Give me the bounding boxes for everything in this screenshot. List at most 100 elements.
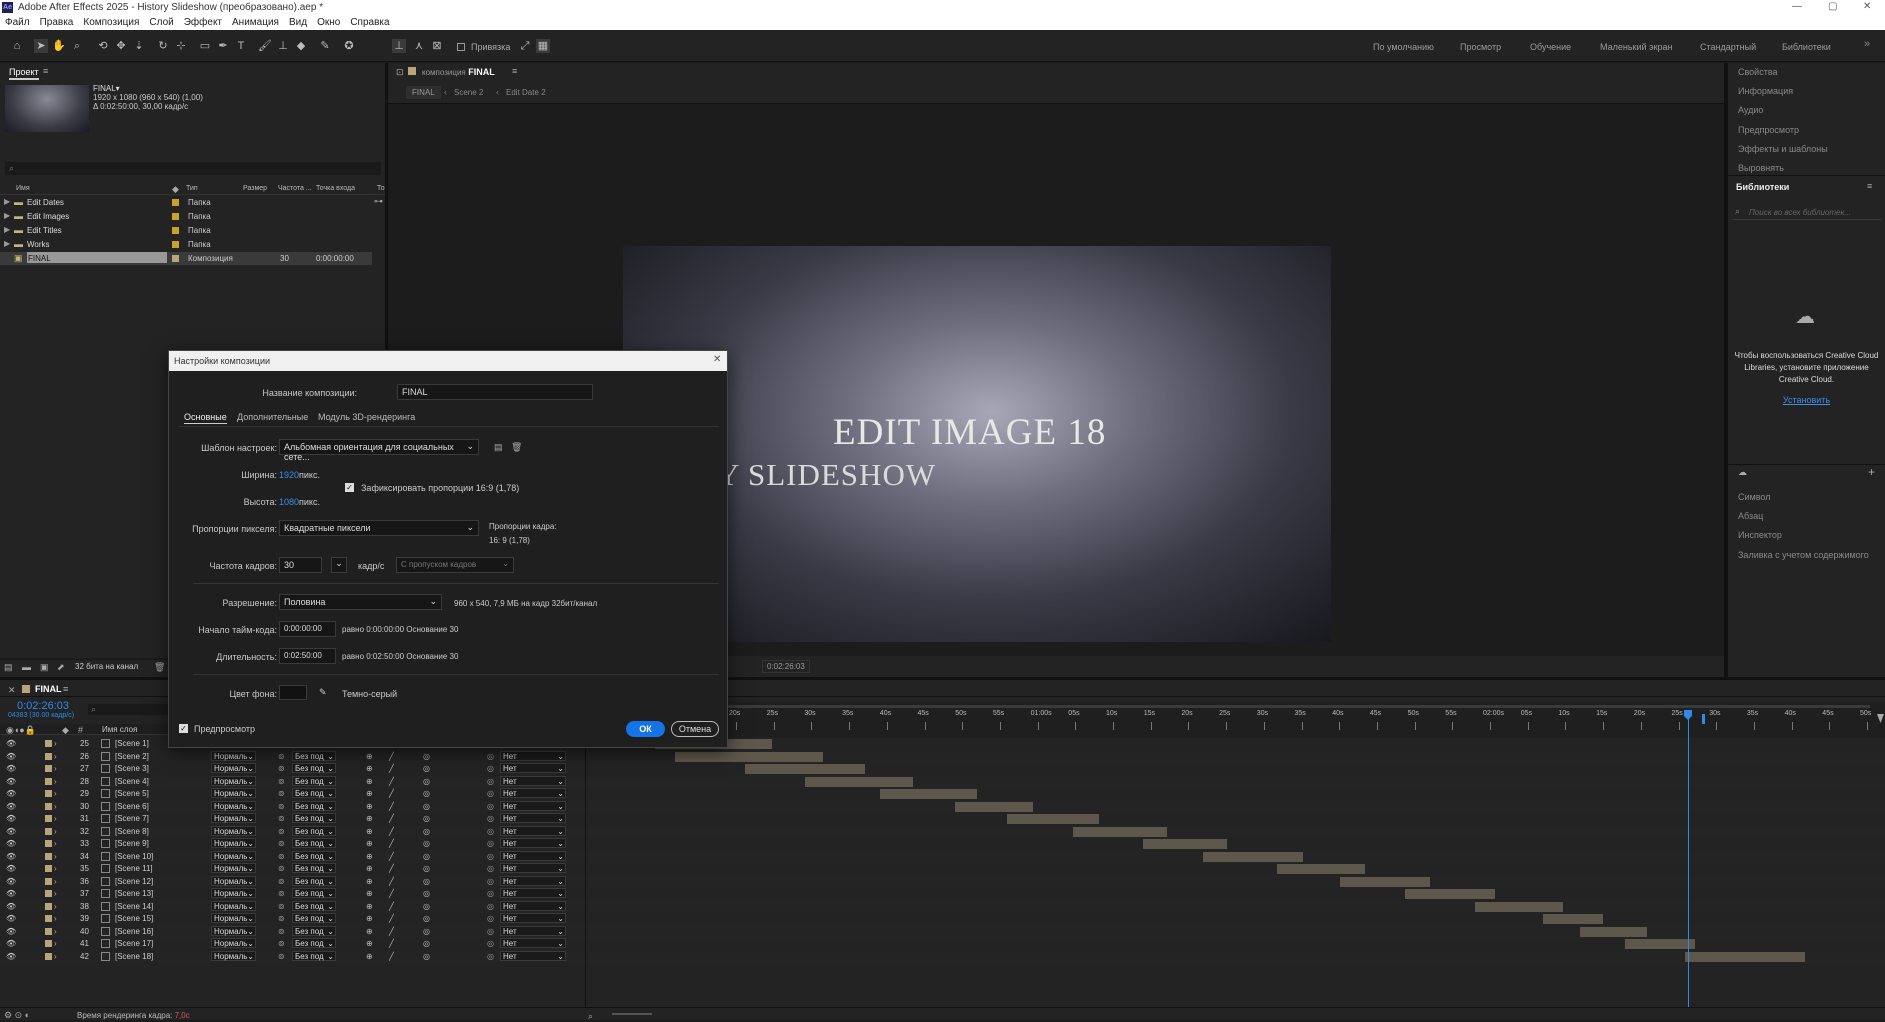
menu-item-3[interactable]: Слой — [144, 15, 178, 28]
shy-icon[interactable]: ⊕ — [366, 864, 373, 873]
track-matte-select[interactable]: Без под⌄ — [292, 863, 336, 873]
layer-duration-bar[interactable] — [1007, 814, 1099, 824]
preset-select[interactable]: Альбомная ориентация для социальных сете… — [279, 439, 479, 462]
blend-mode-select[interactable]: Нормаль⌄ — [211, 888, 256, 898]
blend-mode-select[interactable]: Нормаль⌄ — [211, 938, 256, 948]
quality-icon[interactable]: ╱ — [389, 914, 394, 923]
parent-select[interactable]: Нет ⌄ — [500, 925, 566, 936]
pixel-aspect-select[interactable]: Квадратные пиксели ⌄ — [279, 520, 479, 536]
link-icon[interactable]: ⊚ — [278, 939, 285, 948]
blend-mode-select[interactable]: Нормаль⌄ — [211, 800, 256, 811]
link-icon[interactable]: ⊚ — [278, 764, 285, 773]
close-tab-icon[interactable]: ✕ — [8, 685, 16, 696]
label-swatch[interactable] — [45, 952, 52, 960]
label-swatch[interactable] — [45, 902, 52, 910]
quality-icon[interactable]: ╱ — [389, 839, 394, 848]
pickwhip-icon[interactable]: ◎ — [487, 752, 494, 761]
track-matte-select[interactable]: Без под⌄ — [292, 813, 336, 823]
timeline-layer-row[interactable]: 👁 › 27 [Scene 3] Нормаль ⌄ ⊚ Без под ⌄ ⊕ ╱ ◎ ◎ Нет ⌄ — [0, 763, 1885, 775]
delete-preset-icon[interactable]: 🗑 — [511, 442, 522, 453]
visibility-eye-icon[interactable]: 👁 — [6, 752, 16, 761]
new-comp-icon[interactable]: ▣ — [40, 662, 49, 673]
layer-duration-bar[interactable] — [1340, 876, 1430, 887]
motion-blur-icon[interactable]: ◎ — [423, 939, 430, 948]
parent-select[interactable]: Нет ⌄ — [500, 800, 566, 811]
layer-name[interactable]: [Scene 15] — [115, 914, 153, 923]
parent-select[interactable]: Нет ⌄ — [500, 913, 566, 923]
motion-blur-icon[interactable]: ◎ — [423, 764, 430, 773]
workspace-1[interactable]: Просмотр — [1460, 42, 1501, 52]
project-row[interactable]: ▶ ▬ Works Папка — [0, 238, 372, 251]
parent-select[interactable]: Нет ⌄ — [500, 750, 566, 761]
layer-duration-bar[interactable] — [805, 776, 913, 787]
parent-select[interactable]: Нет ⌄ — [500, 775, 566, 786]
label-swatch[interactable] — [45, 840, 52, 847]
quality-icon[interactable]: ╱ — [389, 877, 394, 886]
duration-input[interactable]: 0:02:50:00 — [279, 648, 336, 664]
expand-arrow-icon[interactable]: › — [54, 927, 57, 936]
quality-icon[interactable]: ╱ — [389, 752, 394, 761]
track-matte-select[interactable]: Без под⌄ — [292, 775, 336, 786]
project-column-0[interactable]: Имя — [16, 185, 30, 192]
flowchart-icon[interactable]: ⬈ — [57, 662, 65, 673]
label-swatch[interactable] — [172, 241, 179, 248]
quality-icon[interactable]: ╱ — [389, 814, 394, 823]
expand-arrow-icon[interactable]: › — [54, 914, 57, 923]
layer-name[interactable]: [Scene 1] — [115, 739, 149, 748]
motion-blur-icon[interactable]: ◎ — [423, 889, 430, 898]
panel-item-3[interactable]: Предпросмотр — [1738, 125, 1799, 135]
visibility-eye-icon[interactable]: 👁 — [6, 777, 16, 786]
timeline-layer-row[interactable]: 👁 › 28 [Scene 4] Нормаль ⌄ ⊚ Без под ⌄ ⊕ ╱ ◎ ◎ Нет ⌄ — [0, 775, 1885, 788]
panel-item-bottom-2[interactable]: Инспектор — [1738, 530, 1782, 540]
resolution-select[interactable]: Половина ⌄ — [279, 594, 442, 610]
libraries-menu-icon[interactable]: ≡ — [1867, 181, 1872, 191]
comp-tab[interactable]: композиция FINAL — [422, 67, 495, 77]
current-timecode[interactable]: 0:02:26:03 — [17, 700, 69, 712]
layer-name[interactable]: [Scene 9] — [115, 839, 149, 848]
layer-name[interactable]: [Scene 13] — [115, 889, 153, 898]
parent-select[interactable]: Нет ⌄ — [500, 788, 566, 798]
shy-icon[interactable]: ⊕ — [366, 877, 373, 886]
panel-item-bottom-0[interactable]: Символ — [1738, 492, 1770, 502]
expand-arrow-icon[interactable]: › — [54, 752, 57, 761]
link-icon[interactable]: ⊚ — [278, 839, 285, 848]
start-timecode-input[interactable]: 0:00:00:00 — [279, 621, 336, 637]
motion-blur-icon[interactable]: ◎ — [423, 877, 430, 886]
pickwhip-icon[interactable]: ◎ — [487, 852, 494, 861]
save-preset-icon[interactable]: ▤ — [494, 442, 503, 453]
breadcrumb-item-1[interactable]: Scene 2 — [454, 88, 483, 97]
link-icon[interactable]: ⊚ — [278, 927, 285, 936]
track-matte-select[interactable]: Без под⌄ — [292, 838, 336, 848]
expand-arrow-icon[interactable]: ▶ — [4, 225, 10, 234]
label-swatch[interactable] — [45, 740, 52, 747]
expand-arrow-icon[interactable]: › — [54, 789, 57, 798]
track-matte-select[interactable]: Без под⌄ — [292, 913, 336, 923]
link-icon[interactable]: ⊚ — [278, 827, 285, 836]
shy-icon[interactable]: ⊕ — [366, 952, 373, 961]
label-swatch[interactable] — [172, 213, 179, 220]
workspace-4[interactable]: Стандартный — [1700, 42, 1756, 52]
motion-blur-icon[interactable]: ◎ — [423, 752, 430, 761]
layer-name[interactable]: [Scene 11] — [115, 864, 153, 873]
expand-arrow-icon[interactable]: › — [54, 864, 57, 873]
label-swatch[interactable] — [45, 802, 52, 810]
layer-name[interactable]: [Scene 17] — [115, 939, 153, 948]
quality-icon[interactable]: ╱ — [389, 902, 394, 911]
layer-name[interactable]: [Scene 10] — [115, 852, 153, 861]
expand-arrow-icon[interactable]: › — [54, 852, 57, 861]
height-value[interactable]: 1080 — [279, 497, 299, 507]
parent-select[interactable]: Нет ⌄ — [500, 825, 566, 836]
motion-blur-icon[interactable]: ◎ — [423, 914, 430, 923]
pickwhip-icon[interactable]: ◎ — [487, 939, 494, 948]
ok-button[interactable]: ОК — [626, 721, 665, 737]
quality-icon[interactable]: ╱ — [389, 802, 394, 811]
visibility-eye-icon[interactable]: 👁 — [6, 739, 16, 748]
work-area-end[interactable] — [1702, 714, 1705, 724]
parent-select[interactable]: Нет ⌄ — [500, 888, 566, 898]
blend-mode-select[interactable]: Нормаль⌄ — [211, 875, 256, 886]
blend-mode-select[interactable]: Нормаль⌄ — [211, 925, 256, 936]
label-swatch[interactable] — [45, 877, 52, 885]
time-ruler[interactable]: 20s 25s 30s 35s 40s 45s 50s 55s 01:00s 05s 10s 15s 2… — [585, 702, 1885, 738]
label-swatch[interactable] — [45, 852, 52, 860]
parent-select[interactable]: Нет ⌄ — [500, 763, 566, 773]
